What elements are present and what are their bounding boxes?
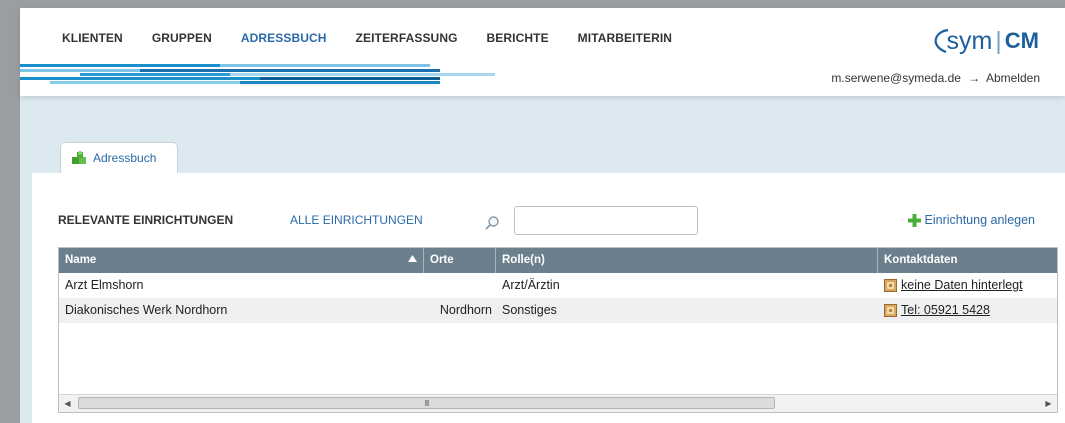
contact-card-icon	[884, 304, 897, 317]
puzzle-icon	[72, 150, 86, 164]
decorative-stripes	[20, 60, 520, 90]
contact-link[interactable]: Tel: 05921 5428	[901, 298, 990, 323]
horizontal-scrollbar[interactable]: ◀ III ▶	[59, 394, 1057, 412]
scroll-left-arrow-icon[interactable]: ◀	[59, 395, 76, 412]
column-header-rollen[interactable]: Rolle(n)	[496, 248, 878, 273]
logo-swoosh-icon	[935, 28, 949, 54]
nav-gruppen[interactable]: GRUPPEN	[152, 31, 212, 45]
column-header-kontaktdaten-label: Kontaktdaten	[884, 254, 958, 266]
cell-name: Arzt Elmshorn	[65, 278, 144, 292]
main-nav: KLIENTEN GRUPPEN ADRESSBUCH ZEITERFASSUN…	[62, 31, 701, 45]
user-info: m.serwene@symeda.de → Abmelden	[831, 71, 1040, 85]
cell-orte: Nordhorn	[439, 303, 492, 317]
logout-arrow-icon: →	[968, 71, 981, 85]
contact-card-icon	[884, 279, 897, 292]
column-header-kontaktdaten[interactable]: Kontaktdaten	[878, 248, 1057, 273]
cell-rolle: Arzt/Ärztin	[502, 278, 560, 292]
scrollbar-thumb[interactable]: III	[78, 397, 775, 409]
plus-icon	[907, 213, 921, 227]
column-header-rollen-label: Rolle(n)	[502, 254, 545, 266]
scrollbar-grip: III	[424, 398, 430, 408]
nav-zeiterfassung[interactable]: ZEITERFASSUNG	[356, 31, 458, 45]
nav-mitarbeiterin[interactable]: MITARBEITERIN	[578, 31, 672, 45]
app-window: KLIENTEN GRUPPEN ADRESSBUCH ZEITERFASSUN…	[20, 8, 1065, 423]
logo-separator: |	[995, 26, 1002, 55]
cell-kontakt: keine Daten hinterlegt	[878, 273, 1057, 298]
column-header-orte[interactable]: Orte	[424, 248, 496, 273]
einrichtungen-table: Name Orte Rolle(n) Kontaktdaten Arzt Elm…	[58, 247, 1058, 413]
nav-berichte[interactable]: BERICHTE	[487, 31, 549, 45]
user-email: m.serwene@symeda.de	[831, 71, 961, 85]
add-einrichtung-button[interactable]: Einrichtung anlegen	[907, 213, 1036, 227]
tab-label: Adressbuch	[93, 151, 157, 165]
cell-kontakt: Tel: 05921 5428	[878, 298, 1057, 323]
cell-orte	[424, 273, 496, 298]
cell-rolle: Sonstiges	[502, 303, 557, 317]
contact-link[interactable]: keine Daten hinterlegt	[901, 273, 1023, 298]
top-header: KLIENTEN GRUPPEN ADRESSBUCH ZEITERFASSUN…	[20, 8, 1065, 96]
column-header-name[interactable]: Name	[59, 248, 424, 273]
search-icon[interactable]	[484, 215, 500, 231]
search-input[interactable]	[514, 206, 698, 235]
column-header-orte-label: Orte	[430, 254, 454, 266]
table-row[interactable]: Diakonisches Werk Nordhorn Nordhorn Sons…	[59, 298, 1057, 323]
logo-sym-text: sym	[946, 26, 993, 55]
content-panel: RELEVANTE EINRICHTUNGEN ALLE EINRICHTUNG…	[32, 173, 1065, 423]
table-header: Name Orte Rolle(n) Kontaktdaten	[59, 248, 1057, 273]
table-row[interactable]: Arzt Elmshorn Arzt/Ärztin keine Daten hi…	[59, 273, 1057, 298]
tab-adressbuch[interactable]: Adressbuch	[60, 142, 178, 173]
nav-adressbuch[interactable]: ADRESSBUCH	[241, 31, 327, 45]
logo-cm-text: CM	[1004, 28, 1039, 53]
filter-relevant-einrichtungen[interactable]: RELEVANTE EINRICHTUNGEN	[58, 213, 233, 227]
nav-klienten[interactable]: KLIENTEN	[62, 31, 123, 45]
scroll-right-arrow-icon[interactable]: ▶	[1040, 395, 1057, 412]
cell-name: Diakonisches Werk Nordhorn	[65, 303, 228, 317]
logout-link[interactable]: Abmelden	[986, 71, 1040, 85]
sort-ascending-icon	[408, 255, 417, 262]
add-einrichtung-label: Einrichtung anlegen	[924, 213, 1036, 227]
column-header-name-label: Name	[65, 254, 97, 266]
symcm-logo: sym | CM	[935, 26, 1039, 56]
filter-alle-einrichtungen[interactable]: ALLE EINRICHTUNGEN	[290, 213, 423, 227]
